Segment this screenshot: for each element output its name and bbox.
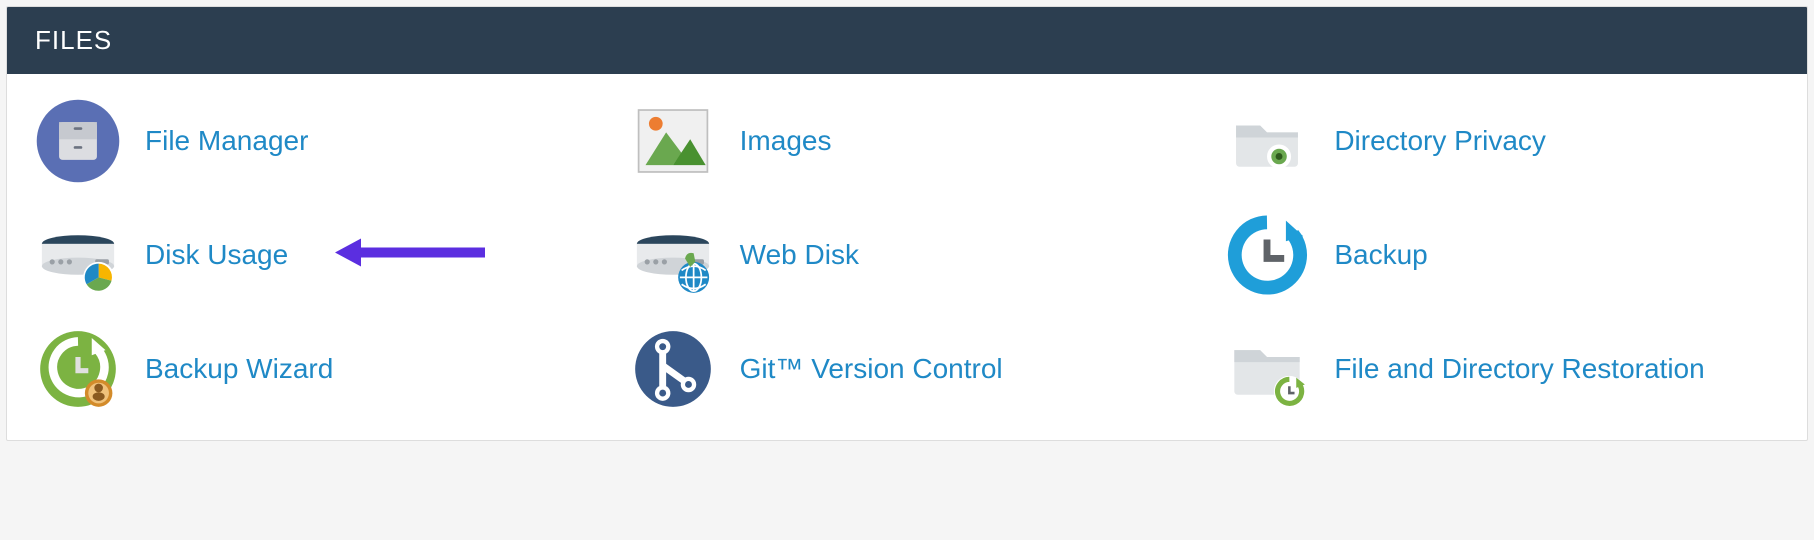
item-label: Backup bbox=[1334, 239, 1427, 271]
item-label: Disk Usage bbox=[145, 239, 288, 271]
item-backup[interactable]: Backup bbox=[1224, 212, 1779, 298]
item-label: Web Disk bbox=[740, 239, 859, 271]
panel-body: File Manager Images bbox=[7, 74, 1807, 440]
web-disk-icon bbox=[630, 212, 716, 298]
item-label: Images bbox=[740, 125, 832, 157]
images-icon bbox=[630, 98, 716, 184]
item-images[interactable]: Images bbox=[630, 98, 1185, 184]
item-disk-usage[interactable]: Disk Usage bbox=[35, 212, 590, 298]
item-web-disk[interactable]: Web Disk bbox=[630, 212, 1185, 298]
disk-usage-icon bbox=[35, 212, 121, 298]
item-label: File and Directory Restoration bbox=[1334, 353, 1704, 385]
files-panel: FILES File Manager bbox=[6, 6, 1808, 441]
item-label: Git™ Version Control bbox=[740, 353, 1003, 385]
directory-privacy-icon bbox=[1224, 98, 1310, 184]
item-label: File Manager bbox=[145, 125, 308, 157]
panel-title: FILES bbox=[7, 7, 1807, 74]
file-manager-icon bbox=[35, 98, 121, 184]
item-file-manager[interactable]: File Manager bbox=[35, 98, 590, 184]
annotation-arrow-icon bbox=[335, 233, 485, 278]
file-dir-restore-icon bbox=[1224, 326, 1310, 412]
item-label: Backup Wizard bbox=[145, 353, 333, 385]
backup-icon bbox=[1224, 212, 1310, 298]
item-git-version-control[interactable]: Git™ Version Control bbox=[630, 326, 1185, 412]
item-directory-privacy[interactable]: Directory Privacy bbox=[1224, 98, 1779, 184]
item-label: Directory Privacy bbox=[1334, 125, 1546, 157]
git-icon bbox=[630, 326, 716, 412]
item-file-dir-restore[interactable]: File and Directory Restoration bbox=[1224, 326, 1779, 412]
backup-wizard-icon bbox=[35, 326, 121, 412]
item-backup-wizard[interactable]: Backup Wizard bbox=[35, 326, 590, 412]
